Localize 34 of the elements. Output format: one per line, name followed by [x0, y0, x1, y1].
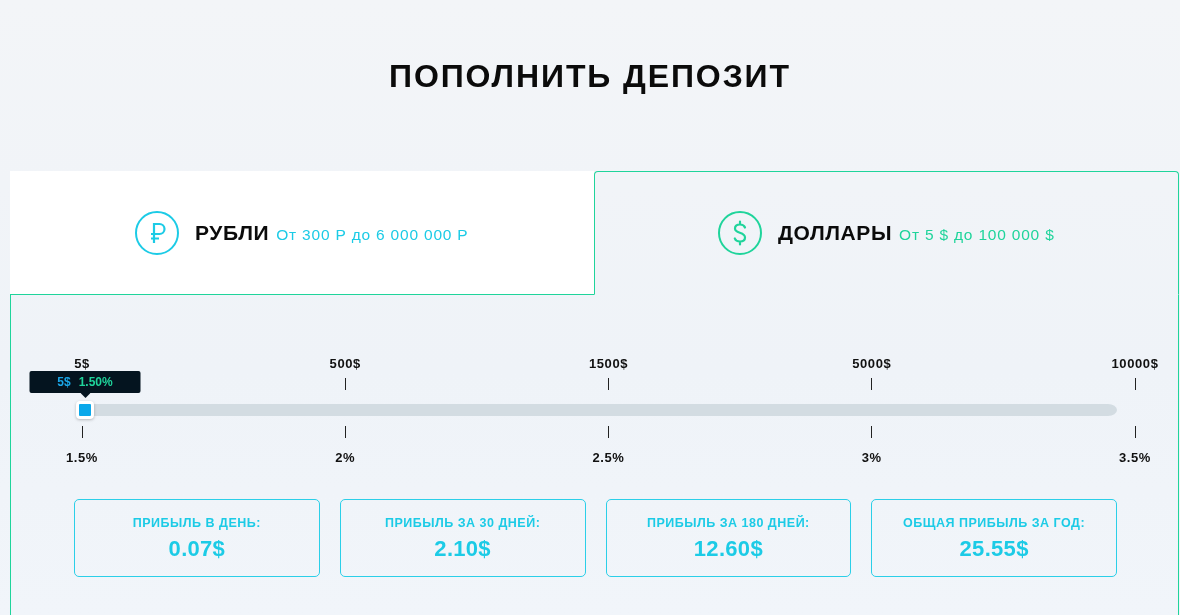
amount-mark-label: 5000$ — [852, 358, 892, 370]
rate-mark-label: 2% — [335, 451, 356, 465]
slider-thumb[interactable] — [76, 401, 94, 419]
card-value: 12.60$ — [693, 536, 763, 562]
amount-mark-label: 10000$ — [1111, 358, 1159, 370]
page-title: ПОПОЛНИТЬ ДЕПОЗИТ — [388, 57, 792, 95]
tick-mark — [81, 426, 83, 438]
card-label: ОБЩАЯ ПРИБЫЛЬ ЗА ГОД: — [903, 516, 1086, 530]
slider-track[interactable] — [76, 401, 1117, 419]
amount-mark-label: 500$ — [329, 358, 361, 370]
card-label: ПРИБЫЛЬ В ДЕНЬ: — [132, 516, 261, 530]
card-label: ПРИБЫЛЬ ЗА 30 ДНЕЙ: — [384, 516, 541, 530]
card-value: 0.07$ — [168, 536, 226, 562]
currency-tab[interactable]: ДОЛЛАРЫ От 5 $ до 100 000 $ — [593, 171, 1179, 295]
tick-mark — [1134, 378, 1136, 390]
tick-mark — [608, 378, 609, 390]
tick-mark — [344, 378, 346, 390]
tooltip-amount: 5$ — [57, 375, 71, 389]
card-value: 2.10$ — [434, 536, 491, 562]
currency-tab[interactable]: РУБЛИ От 300 Р до 6 000 000 Р — [10, 171, 594, 295]
amount-mark-label: 1500$ — [588, 358, 629, 370]
rate-mark-label: 3% — [861, 451, 882, 465]
amount-mark-label: 5$ — [74, 358, 90, 370]
card-label: ПРИБЫЛЬ ЗА 180 ДНЕЙ: — [646, 516, 810, 530]
tooltip-rate: 1.50% — [78, 375, 113, 389]
tick-mark — [344, 426, 346, 438]
rate-mark-label: 2.5% — [592, 451, 625, 465]
rate-mark-label: 1.5% — [66, 451, 98, 465]
tick-mark — [871, 378, 873, 390]
tick-mark — [608, 426, 609, 438]
card-value: 25.55$ — [959, 536, 1029, 562]
rate-mark-label: 3.5% — [1119, 451, 1151, 465]
tick-mark — [1134, 426, 1136, 438]
tick-mark — [871, 426, 873, 438]
